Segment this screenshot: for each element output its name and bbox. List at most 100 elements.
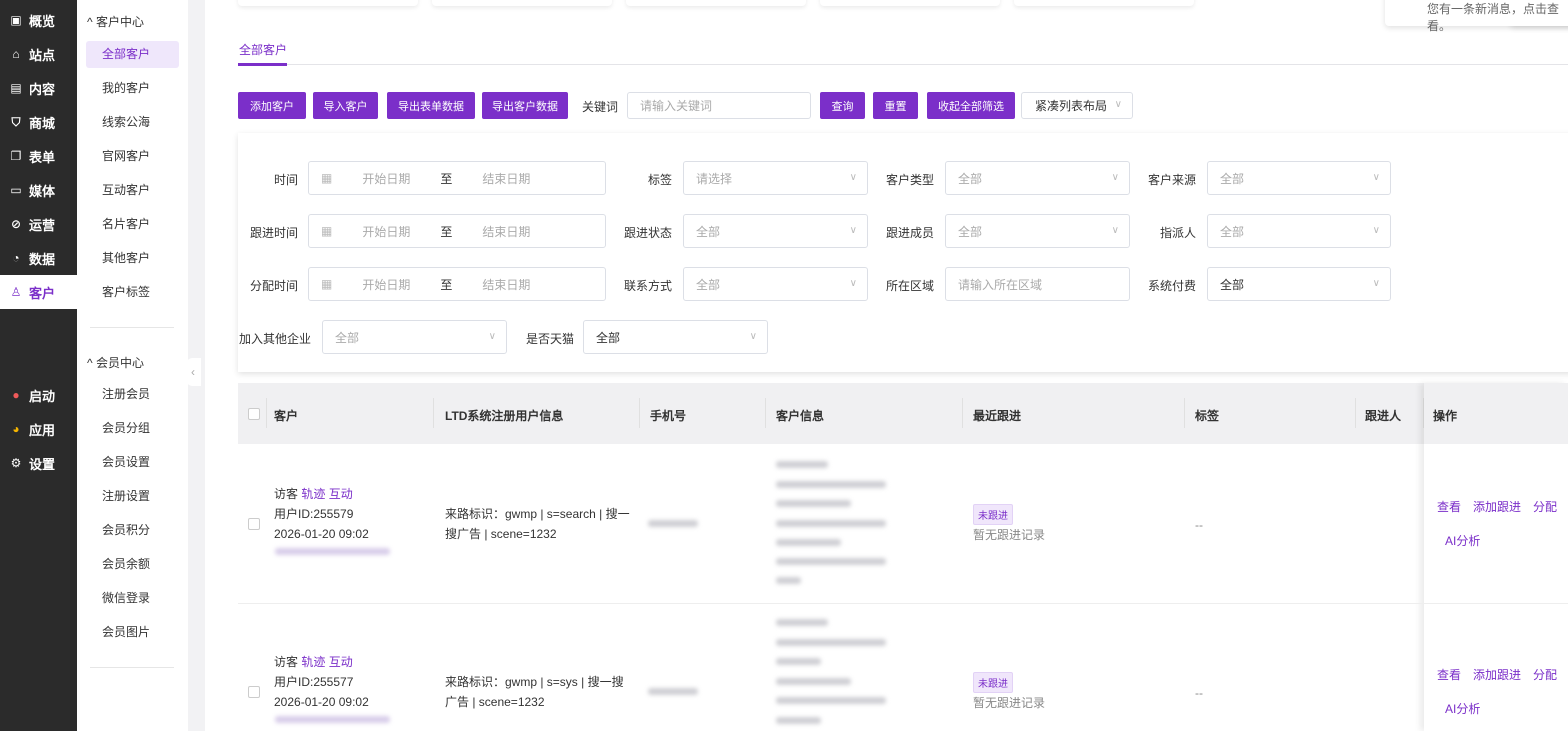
main-nav: ▣ 概览 ⌂ 站点 ▤ 内容 ⛉ 商城 ❐ 表单 ▭ 媒体 ⊘ 运营 ◔ 数据 ♙ 客户 ● 启动 … xyxy=(0,0,77,731)
collapse-filters-button[interactable]: 收起全部筛选 xyxy=(927,92,1015,119)
collapse-sidebar-button[interactable]: ‹ xyxy=(185,358,201,386)
nav-mall[interactable]: ⛉ 商城 xyxy=(0,105,77,139)
nav-media[interactable]: ▭ 媒体 xyxy=(0,173,77,207)
filter-member-label: 跟进成员 xyxy=(885,226,934,240)
add-customer-button[interactable]: 添加客户 xyxy=(238,92,306,119)
row-checkbox[interactable] xyxy=(248,518,260,530)
query-button[interactable]: 查询 xyxy=(820,92,865,119)
filter-region-label: 所在区域 xyxy=(885,279,934,293)
chevron-down-icon: ∨ xyxy=(1372,278,1380,289)
nav-content[interactable]: ▤ 内容 xyxy=(0,71,77,105)
nav-site[interactable]: ⌂ 站点 xyxy=(0,37,77,71)
tags-value: -- xyxy=(1195,518,1203,532)
follow-time-range-picker[interactable]: ▦ 开始日期至结束日期 xyxy=(308,214,606,248)
nav-data[interactable]: ◔ 数据 xyxy=(0,241,77,275)
assign-time-range-picker[interactable]: ▦ 开始日期至结束日期 xyxy=(308,267,606,301)
paperclip-icon: ⊘ xyxy=(10,217,22,231)
submenu-wechat-login[interactable]: 微信登录 xyxy=(86,585,179,612)
notification-text[interactable]: 您有一条新消息，点击查看。 xyxy=(1385,0,1568,33)
stat-card xyxy=(238,0,418,6)
filter-contact-label: 联系方式 xyxy=(623,279,672,293)
nav-operation[interactable]: ⊘ 运营 xyxy=(0,207,77,241)
assign-link[interactable]: 分配 xyxy=(1533,665,1557,685)
nav-settings[interactable]: ⚙ 设置 xyxy=(0,446,77,480)
blurred-phone xyxy=(648,688,698,695)
contact-select[interactable]: 全部 ∨ xyxy=(683,267,868,301)
row-checkbox[interactable] xyxy=(248,686,260,698)
submenu-member-points[interactable]: 会员积分 xyxy=(86,517,179,544)
interact-link[interactable]: 互动 xyxy=(329,487,353,501)
submenu-member-balance[interactable]: 会员余额 xyxy=(86,551,179,578)
calendar-icon: ▦ xyxy=(321,171,333,185)
tab-all-customers[interactable]: 全部客户 xyxy=(239,41,287,58)
other-enterprise-select[interactable]: 全部 ∨ xyxy=(322,320,507,354)
nav-apps[interactable]: ◕ 应用 xyxy=(0,412,77,446)
add-follow-link[interactable]: 添加跟进 xyxy=(1473,665,1521,685)
tmall-select[interactable]: 全部 ∨ xyxy=(583,320,768,354)
nav-customer[interactable]: ♙ 客户 xyxy=(0,275,77,309)
visitor-label: 访客 xyxy=(274,487,299,501)
keyword-input[interactable]: 请输入关键词 xyxy=(627,92,811,119)
region-input[interactable]: 请输入所在区域 xyxy=(945,267,1130,301)
pie-chart-icon: ◔ xyxy=(12,251,20,265)
follow-status-select[interactable]: 全部 ∨ xyxy=(683,214,868,248)
user-id: 用户ID:255577 xyxy=(274,675,354,689)
ai-analysis-link[interactable]: AI分析 xyxy=(1445,699,1480,719)
view-link[interactable]: 查看 xyxy=(1437,497,1461,517)
nav-form[interactable]: ❐ 表单 xyxy=(0,139,77,173)
layout-select[interactable]: 紧凑列表布局 ∨ xyxy=(1021,92,1133,119)
chevron-down-icon: ∨ xyxy=(1372,225,1380,236)
time-range-picker[interactable]: ▦ 开始日期至结束日期 xyxy=(308,161,606,195)
col-follower: 跟进人 xyxy=(1365,409,1402,423)
user-id: 用户ID:255579 xyxy=(274,507,354,521)
follow-member-select[interactable]: 全部 ∨ xyxy=(945,214,1130,248)
form-icon: ❐ xyxy=(10,149,22,163)
interact-link[interactable]: 互动 xyxy=(329,655,353,669)
paid-select[interactable]: 全部 ∨ xyxy=(1207,267,1391,301)
submenu-my-customers[interactable]: 我的客户 xyxy=(86,75,179,102)
created-time: 2026-01-20 09:02 xyxy=(274,695,369,709)
calendar-icon: ▦ xyxy=(321,277,333,291)
track-link[interactable]: 轨迹 xyxy=(301,655,325,669)
nav-overview[interactable]: ▣ 概览 xyxy=(0,3,77,37)
customer-type-select[interactable]: 全部 ∨ xyxy=(945,161,1130,195)
source-info: 来路标识：gwmp | s=sys | 搜一搜广告 | scene=1232 xyxy=(445,675,624,709)
submenu-interactive-customers[interactable]: 互动客户 xyxy=(86,177,179,204)
submenu-registered-members[interactable]: 注册会员 xyxy=(86,381,179,408)
submenu-member-images[interactable]: 会员图片 xyxy=(86,619,179,646)
submenu-card-customers[interactable]: 名片客户 xyxy=(86,211,179,238)
customer-source-select[interactable]: 全部 ∨ xyxy=(1207,161,1391,195)
follow-record: 暂无跟进记录 xyxy=(973,696,1046,710)
select-all-checkbox[interactable] xyxy=(248,408,260,420)
ai-analysis-link[interactable]: AI分析 xyxy=(1445,531,1480,551)
submenu-all-customers[interactable]: 全部客户 xyxy=(86,41,179,68)
submenu-leads-pool[interactable]: 线索公海 xyxy=(86,109,179,136)
reset-button[interactable]: 重置 xyxy=(873,92,918,119)
submenu-website-customers[interactable]: 官网客户 xyxy=(86,143,179,170)
stat-card xyxy=(820,0,1000,6)
submenu-customer-tags[interactable]: 客户标签 xyxy=(86,279,179,306)
submenu-register-settings[interactable]: 注册设置 xyxy=(86,483,179,510)
filter-tag-label: 标签 xyxy=(647,173,672,187)
submenu-member-groups[interactable]: 会员分组 xyxy=(86,415,179,442)
chevron-down-icon: ∨ xyxy=(1114,99,1122,110)
nav-launch[interactable]: ● 启动 xyxy=(0,378,77,412)
export-customer-button[interactable]: 导出客户数据 xyxy=(482,92,568,119)
filter-paid-label: 系统付费 xyxy=(1147,279,1196,293)
view-link[interactable]: 查看 xyxy=(1437,665,1461,685)
import-customer-button[interactable]: 导入客户 xyxy=(313,92,378,119)
calendar-icon: ▦ xyxy=(321,224,333,238)
media-icon: ▭ xyxy=(10,183,22,197)
submenu-member-settings[interactable]: 会员设置 xyxy=(86,449,179,476)
assignee-select[interactable]: 全部 ∨ xyxy=(1207,214,1391,248)
assign-link[interactable]: 分配 xyxy=(1533,497,1557,517)
col-customer-info: 客户信息 xyxy=(776,409,825,423)
member-center-header[interactable]: ^ 会员中心 xyxy=(87,354,144,371)
track-link[interactable]: 轨迹 xyxy=(301,487,325,501)
export-form-button[interactable]: 导出表单数据 xyxy=(387,92,475,119)
tag-select[interactable]: 请选择 ∨ xyxy=(683,161,868,195)
customer-center-header[interactable]: ^ 客户中心 xyxy=(87,13,144,30)
submenu-other-customers[interactable]: 其他客户 xyxy=(86,245,179,272)
follow-record: 暂无跟进记录 xyxy=(973,528,1046,542)
add-follow-link[interactable]: 添加跟进 xyxy=(1473,497,1521,517)
